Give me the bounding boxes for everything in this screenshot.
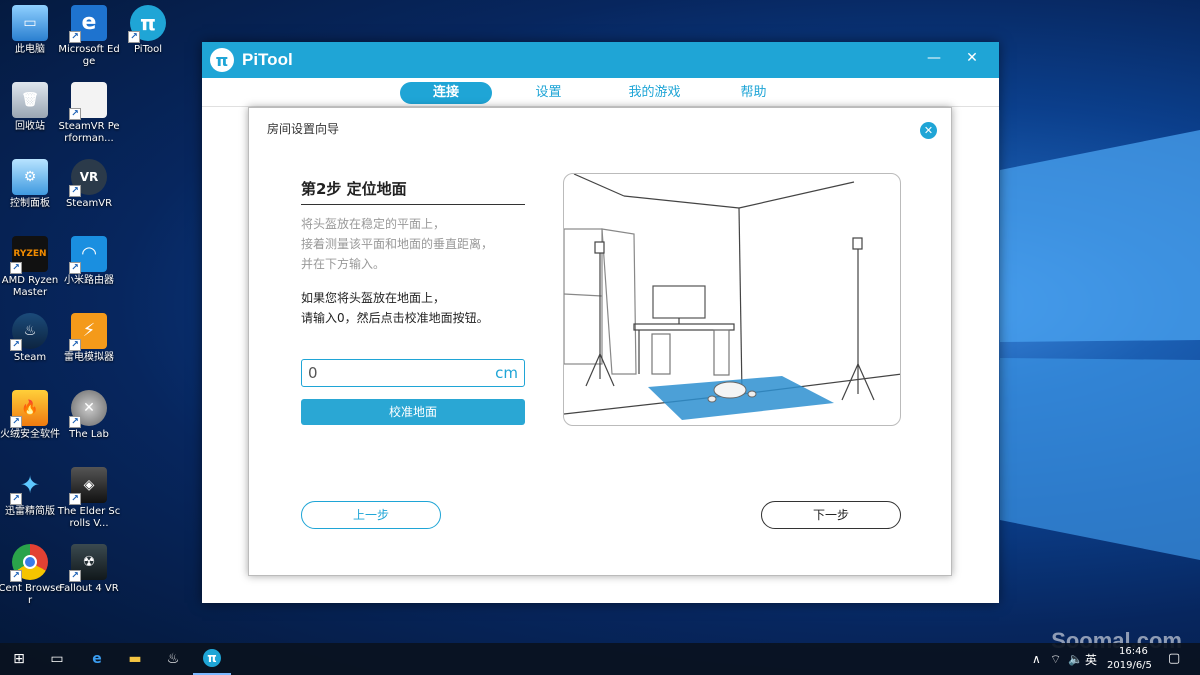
main-tabs: 连接 设置 我的游戏 帮助: [400, 82, 803, 104]
pitool-logo-icon: π: [210, 48, 234, 72]
title-bar[interactable]: π PiTool: [202, 42, 999, 78]
step-title: 第2步 定位地面: [301, 178, 525, 205]
desktop-icon-xunlei[interactable]: ✦ ↗ 迅雷精简版: [0, 467, 62, 518]
shortcut-arrow-icon: ↗: [10, 416, 22, 428]
shortcut-arrow-icon: ↗: [69, 339, 81, 351]
shortcut-arrow-icon: ↗: [10, 570, 22, 582]
taskbar-steam-icon[interactable]: ♨: [154, 643, 192, 675]
cent-browser-icon: ↗: [10, 544, 48, 582]
dialog-title: 房间设置向导: [267, 122, 340, 136]
taskbar-pitool-icon[interactable]: π: [193, 643, 231, 675]
instruction-line: 并在下方输入。: [301, 257, 386, 271]
calibrate-ground-button[interactable]: 校准地面: [301, 399, 525, 425]
start-windows-icon[interactable]: ⊞: [0, 643, 38, 675]
shortcut-arrow-icon: ↗: [69, 31, 81, 43]
clock-date[interactable]: 2019/6/5: [1107, 660, 1152, 671]
dialog-close-icon[interactable]: ✕: [920, 122, 937, 139]
instruction-dark: 如果您将头盔放在地面上， 请输入0，然后点击校准地面按钮。: [301, 288, 489, 328]
recycle-bin-icon: 🗑: [12, 82, 48, 118]
network-icon[interactable]: ⌔: [1050, 652, 1061, 667]
steamvr-icon: VR ↗: [69, 159, 107, 197]
fallout-icon: ☢ ↗: [69, 544, 107, 582]
desktop-icon-fallout4vr[interactable]: ☢ ↗ Fallout 4 VR: [57, 544, 121, 595]
instruction-line: 接着测量该平面和地面的垂直距离，: [301, 237, 494, 251]
desktop-icon-amd-ryzen-master[interactable]: RYZEN ↗ AMD Ryzen Master: [0, 236, 62, 299]
instruction-grey: 将头盔放在稳定的平面上， 接着测量该平面和地面的垂直距离， 并在下方输入。: [301, 214, 493, 274]
close-icon[interactable]: ✕: [962, 50, 982, 66]
instruction-line: 将头盔放在稳定的平面上，: [301, 217, 446, 231]
tab-my-games[interactable]: 我的游戏: [605, 82, 704, 104]
shortcut-arrow-icon: ↗: [69, 108, 81, 120]
control-panel-icon: ⚙: [12, 159, 48, 195]
task-view-icon[interactable]: ▭: [38, 643, 76, 675]
height-input-box: cm: [301, 359, 525, 387]
desktop-icon-pitool[interactable]: π ↗ PiTool: [116, 5, 180, 56]
next-step-button[interactable]: 下一步: [761, 501, 901, 529]
clock-time[interactable]: 16:46: [1119, 646, 1148, 657]
room-setup-dialog: 房间设置向导 ✕ 第2步 定位地面 将头盔放在稳定的平面上， 接着测量该平面和地…: [248, 107, 952, 576]
desktop-icon-control-panel[interactable]: ⚙ 控制面板: [0, 159, 62, 210]
app-title: PiTool: [242, 50, 293, 69]
ryzen-icon: RYZEN ↗: [10, 236, 48, 274]
desktop-icon-leidian[interactable]: ⚡ ↗ 雷电模拟器: [57, 313, 121, 364]
edge-icon: e ↗: [69, 5, 107, 43]
shortcut-arrow-icon: ↗: [10, 339, 22, 351]
action-center-icon[interactable]: ▢: [1168, 651, 1180, 666]
shortcut-arrow-icon: ↗: [69, 262, 81, 274]
the-lab-icon: ✕ ↗: [69, 390, 107, 428]
unit-label: cm: [495, 364, 518, 382]
taskbar: ⊞ ▭ e ▬ ♨ π ∧ ⌔ 🔈 英 16:46 2019/6/5 ▢: [0, 643, 1200, 675]
height-input[interactable]: [308, 364, 458, 382]
desktop-icon-steam[interactable]: ♨ ↗ Steam: [0, 313, 62, 364]
shortcut-arrow-icon: ↗: [10, 493, 22, 505]
shortcut-arrow-icon: ↗: [69, 570, 81, 582]
minimize-icon[interactable]: —: [924, 50, 944, 66]
instruction-line: 如果您将头盔放在地面上，: [301, 291, 446, 305]
shortcut-arrow-icon: ↗: [69, 416, 81, 428]
shortcut-arrow-icon: ↗: [69, 493, 81, 505]
desktop-icon-recycle-bin[interactable]: 🗑 回收站: [0, 82, 62, 133]
shortcut-arrow-icon: ↗: [128, 31, 140, 43]
tray-up-arrow-icon[interactable]: ∧: [1032, 652, 1041, 666]
room-illustration: [563, 173, 901, 426]
xunlei-bird-icon: ✦ ↗: [10, 467, 48, 505]
taskbar-edge-icon[interactable]: e: [78, 643, 116, 675]
desktop-icon-steamvr[interactable]: VR ↗ SteamVR: [57, 159, 121, 210]
desktop-icon-huorong[interactable]: 🔥 ↗ 火绒安全软件: [0, 390, 62, 441]
instruction-line: 请输入0，然后点击校准地面按钮。: [301, 311, 489, 325]
file-icon: ↗: [69, 82, 107, 120]
desktop-icon-cent-browser[interactable]: ↗ Cent Browser: [0, 544, 62, 607]
wifi-icon: ◠ ↗: [69, 236, 107, 274]
leidian-emulator-icon: ⚡ ↗: [69, 313, 107, 351]
ime-indicator[interactable]: 英: [1085, 651, 1097, 668]
shortcut-arrow-icon: ↗: [10, 262, 22, 274]
shield-flame-icon: 🔥 ↗: [10, 390, 48, 428]
skyrim-icon: ◈ ↗: [69, 467, 107, 505]
room-illustration-svg: [564, 174, 900, 420]
volume-icon[interactable]: 🔈: [1068, 652, 1083, 666]
tab-settings[interactable]: 设置: [492, 82, 605, 104]
file-explorer-icon[interactable]: ▬: [116, 643, 154, 675]
desktop-icon-edge[interactable]: e ↗ Microsoft Edge: [57, 5, 121, 68]
desktop-icon-this-pc[interactable]: ▭ 此电脑: [0, 5, 62, 56]
shortcut-arrow-icon: ↗: [69, 185, 81, 197]
previous-step-button[interactable]: 上一步: [301, 501, 441, 529]
desktop-icon-mi-router[interactable]: ◠ ↗ 小米路由器: [57, 236, 121, 287]
computer-icon: ▭: [12, 5, 48, 41]
tab-help[interactable]: 帮助: [704, 82, 803, 104]
desktop-icon-steamvr-performance[interactable]: ↗ SteamVR Performan...: [57, 82, 121, 145]
steam-icon: ♨ ↗: [10, 313, 48, 351]
tab-connect[interactable]: 连接: [400, 82, 492, 104]
desktop-icon-the-lab[interactable]: ✕ ↗ The Lab: [57, 390, 121, 441]
pitool-logo-icon: π ↗: [128, 5, 166, 43]
desktop-icon-skyrim[interactable]: ◈ ↗ The Elder Scrolls V...: [57, 467, 121, 530]
